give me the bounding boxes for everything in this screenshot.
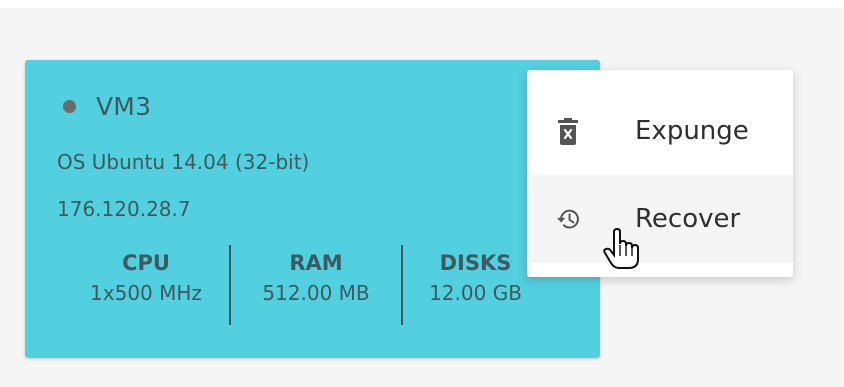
- cpu-value: 1x500 MHz: [90, 281, 202, 305]
- menu-item-recover[interactable]: Recover: [527, 175, 793, 263]
- context-menu: Expunge Recover: [527, 70, 793, 277]
- top-band: [0, 0, 844, 8]
- ram-stat: RAM 512.00 MB: [231, 245, 403, 325]
- menu-item-expunge-label: Expunge: [635, 116, 749, 146]
- disks-label: DISKS: [439, 251, 512, 275]
- menu-item-expunge[interactable]: Expunge: [527, 87, 793, 175]
- vm-ip: 176.120.28.7: [57, 197, 191, 221]
- ram-label: RAM: [289, 251, 343, 275]
- screen: VM3 OS Ubuntu 14.04 (32-bit) 176.120.28.…: [0, 0, 844, 387]
- menu-item-recover-label: Recover: [635, 204, 741, 234]
- ram-value: 512.00 MB: [262, 281, 370, 305]
- vm-name: VM3: [96, 92, 152, 121]
- vm-card[interactable]: VM3 OS Ubuntu 14.04 (32-bit) 176.120.28.…: [25, 60, 600, 358]
- trash-icon: [555, 116, 581, 146]
- hand-pointer-icon: [602, 227, 642, 270]
- vm-header: VM3: [63, 92, 151, 121]
- disks-value: 12.00 GB: [429, 281, 522, 305]
- cpu-stat: CPU 1x500 MHz: [63, 245, 231, 325]
- vm-stats: CPU 1x500 MHz RAM 512.00 MB DISKS 12.00 …: [63, 245, 548, 325]
- vm-os: OS Ubuntu 14.04 (32-bit): [57, 150, 310, 174]
- cpu-label: CPU: [122, 251, 170, 275]
- status-dot-icon: [63, 100, 76, 113]
- history-icon: [555, 204, 581, 234]
